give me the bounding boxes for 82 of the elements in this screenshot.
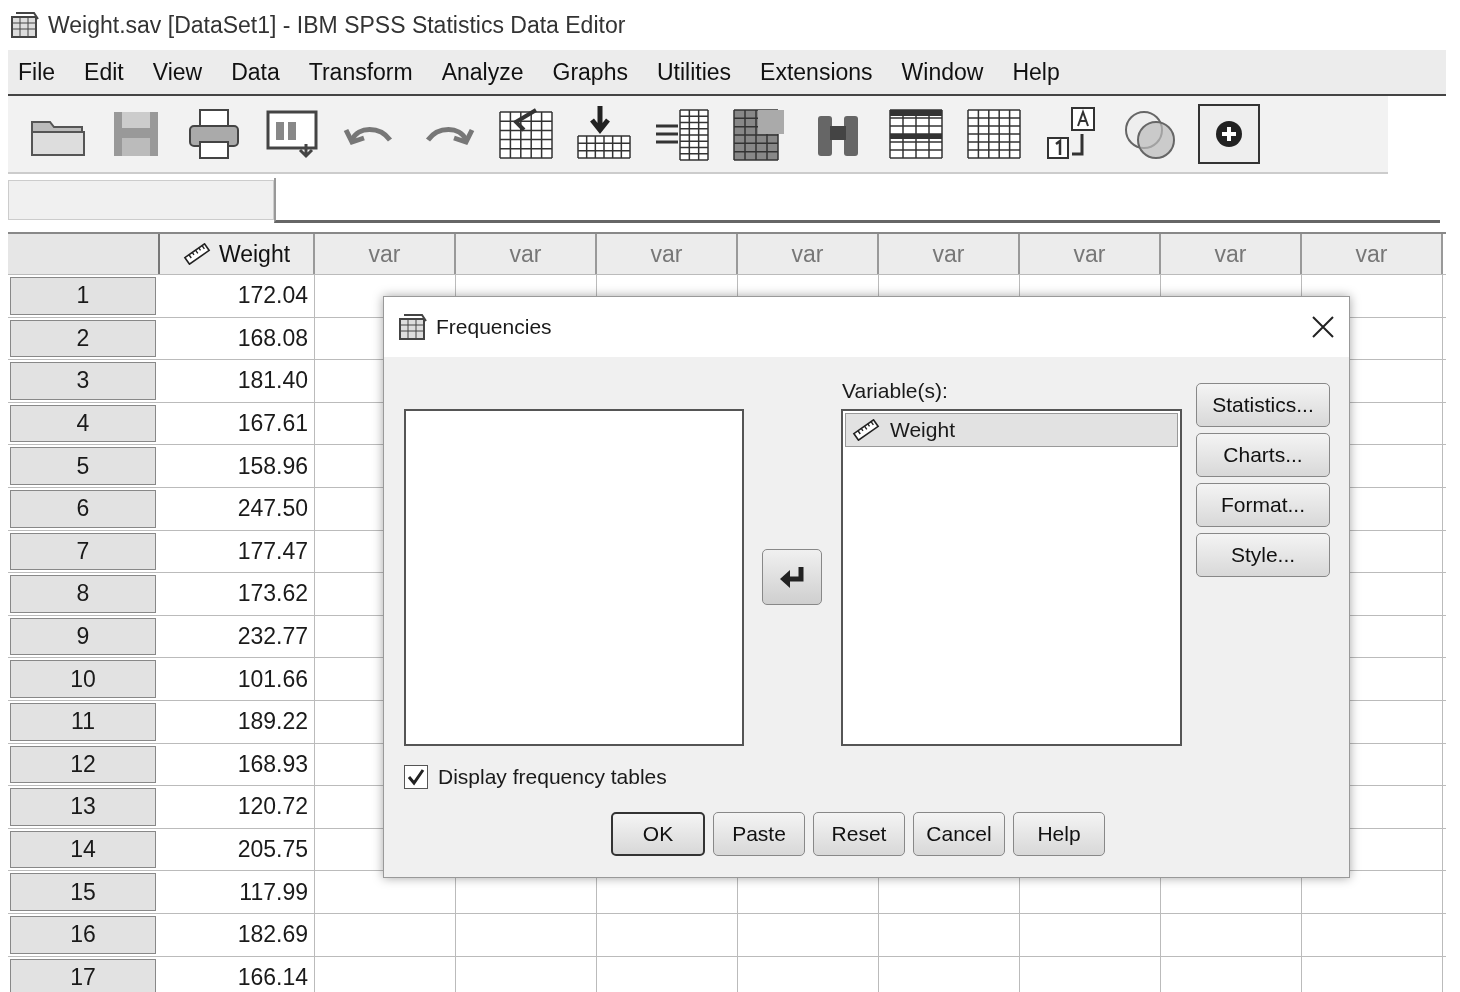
table-cell: 158.96	[158, 445, 315, 487]
list-label: Variable(s):	[842, 379, 948, 403]
window-title: Weight.sav [DataSet1] - IBM SPSS Statistics Data Editor	[48, 11, 626, 39]
row-number[interactable]: 14	[10, 830, 156, 869]
column-header[interactable]: var	[597, 234, 738, 274]
menu-item[interactable]: Analyze	[431, 58, 543, 86]
table-cell: 167.61	[158, 402, 315, 445]
table-cell: 168.08	[158, 317, 315, 360]
table-cell: 173.62	[158, 573, 315, 615]
dialog-button[interactable]: Cancel	[913, 812, 1005, 856]
row-number[interactable]: 12	[10, 745, 156, 784]
move-button[interactable]	[762, 549, 822, 605]
menu-item[interactable]: Data	[221, 58, 299, 86]
row-number[interactable]: 13	[10, 788, 156, 826]
menu-item[interactable]: Help	[1002, 58, 1079, 86]
variable-item[interactable]: Weight	[845, 413, 1178, 447]
row-number[interactable]: 2	[10, 319, 156, 358]
column-header[interactable]: Weight	[160, 234, 315, 274]
column-label: Weight	[218, 240, 291, 268]
row-number[interactable]: 10	[10, 660, 156, 698]
column-header[interactable]: var	[315, 234, 456, 274]
table-cell: 189.22	[158, 700, 315, 743]
table-cell: 182.69	[158, 913, 315, 956]
app-icon	[10, 11, 40, 39]
menu-item[interactable]: Utilities	[646, 58, 751, 86]
option-button[interactable]: Charts...	[1196, 433, 1330, 477]
checkbox[interactable]	[404, 765, 428, 789]
column-header[interactable]: var	[1020, 234, 1161, 274]
row-number[interactable]: 1	[10, 277, 156, 315]
dialog-button[interactable]: Reset	[813, 812, 905, 856]
close-icon[interactable]	[1311, 315, 1335, 339]
check-icon	[407, 768, 425, 786]
add-button[interactable]	[1198, 104, 1260, 164]
variable-label: Weight	[890, 418, 955, 442]
checkbox-label: Display frequency tables	[438, 765, 667, 789]
source-variable-list[interactable]	[404, 409, 744, 746]
dialog-button[interactable]: OK	[611, 812, 705, 856]
row-number[interactable]: 6	[10, 489, 156, 528]
table-cell: 101.66	[158, 658, 315, 700]
table-cell: 247.50	[158, 487, 315, 530]
row-number[interactable]: 3	[10, 362, 156, 400]
row-number[interactable]: 5	[10, 447, 156, 485]
menu-item[interactable]: File	[8, 58, 75, 86]
dialog-title: Frequencies	[436, 315, 553, 339]
dialog-button[interactable]: Help	[1013, 812, 1105, 856]
row-number[interactable]: 15	[10, 873, 156, 911]
menu-item[interactable]: Edit	[74, 58, 143, 86]
dialog-button[interactable]: Paste	[713, 812, 805, 856]
cell-reference-field[interactable]	[8, 180, 274, 220]
menu-item[interactable]: Extensions	[750, 58, 892, 86]
column-header[interactable]: var	[1302, 234, 1443, 274]
row-number[interactable]: 8	[10, 575, 156, 613]
column-header[interactable]: var	[1161, 234, 1302, 274]
row-number[interactable]: 11	[10, 702, 156, 741]
menu-item[interactable]: Transform	[298, 58, 432, 86]
plus-icon	[1214, 119, 1244, 149]
target-variable-list[interactable]: Weight	[841, 409, 1182, 746]
menu-item[interactable]: Window	[891, 58, 1003, 86]
row-number[interactable]: 16	[10, 915, 156, 954]
table-cell: 117.99	[158, 871, 315, 913]
table-cell: 181.40	[158, 360, 315, 402]
column-header[interactable]: var	[738, 234, 879, 274]
cell-editor-field[interactable]	[274, 177, 1440, 223]
menu-item[interactable]: Graphs	[542, 58, 647, 86]
table-cell: 232.77	[158, 615, 315, 658]
app-icon	[398, 313, 428, 341]
row-number[interactable]: 9	[10, 617, 156, 656]
table-cell: 205.75	[158, 828, 315, 871]
column-header[interactable]: var	[879, 234, 1020, 274]
table-cell: 120.72	[158, 786, 315, 828]
option-button[interactable]: Statistics...	[1196, 383, 1330, 427]
menu-item[interactable]: View	[142, 58, 222, 86]
table-cell: 168.93	[158, 743, 315, 786]
table-cell: 177.47	[158, 530, 315, 573]
row-number[interactable]: 7	[10, 532, 156, 571]
table-cell: 172.04	[158, 275, 315, 317]
option-button[interactable]: Format...	[1196, 483, 1330, 527]
column-header[interactable]: var	[456, 234, 597, 274]
row-number[interactable]: 17	[10, 958, 156, 992]
option-button[interactable]: Style...	[1196, 533, 1330, 577]
row-number[interactable]: 4	[10, 404, 156, 443]
table-cell: 166.14	[158, 956, 315, 992]
